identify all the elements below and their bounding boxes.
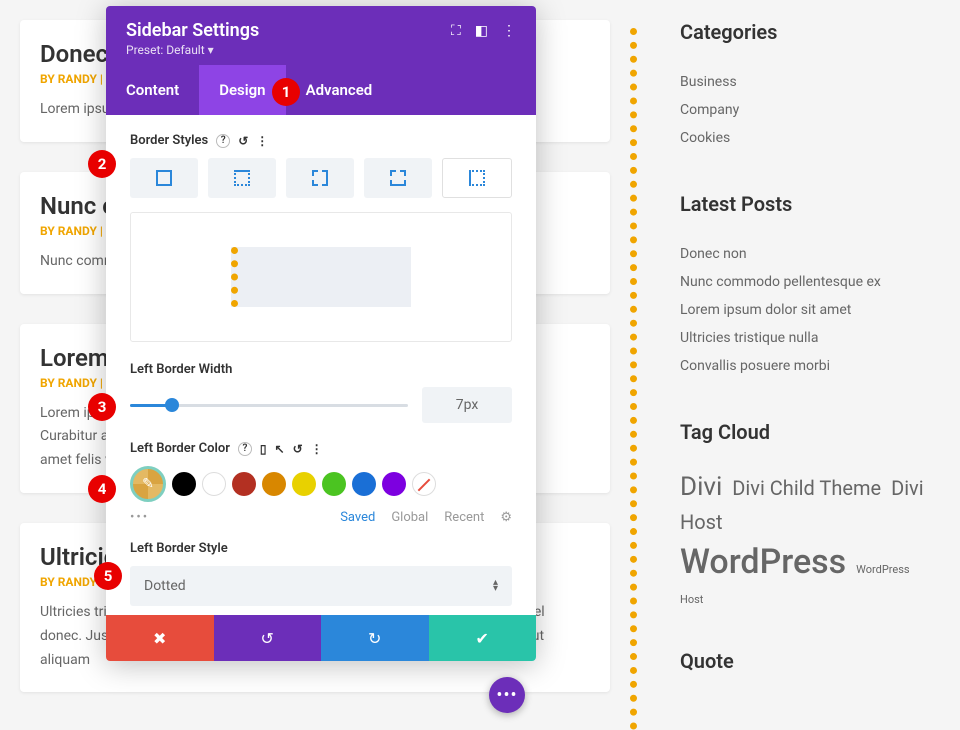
- sidebar-column: Categories Business Company Cookies Late…: [660, 20, 960, 722]
- snap-icon[interactable]: ◧: [475, 23, 488, 39]
- latest-post-link[interactable]: Nunc commodo pellentesque ex: [680, 268, 940, 296]
- reset-icon[interactable]: ↺: [238, 134, 248, 148]
- categories-widget: Categories Business Company Cookies: [680, 20, 940, 152]
- quote-widget: Quote: [680, 649, 940, 673]
- border-top-button[interactable]: [208, 158, 276, 198]
- tag-link[interactable]: Divi: [680, 472, 722, 502]
- left-border-width-input[interactable]: [422, 387, 512, 423]
- undo-button[interactable]: ↺: [214, 615, 322, 661]
- border-preview: [130, 212, 512, 342]
- widget-title: Quote: [680, 649, 940, 673]
- widget-title: Latest Posts: [680, 192, 940, 216]
- preset-dropdown[interactable]: Preset: Default ▾: [126, 43, 516, 57]
- color-swatch-black[interactable]: [172, 472, 196, 496]
- slider-thumb[interactable]: [165, 398, 179, 412]
- reset-icon[interactable]: ↺: [293, 442, 303, 456]
- left-border-color-label: Left Border Color ? ▯ ↖ ↺ ⋮: [130, 441, 512, 456]
- palette-global-tab[interactable]: Global: [391, 510, 428, 525]
- more-icon[interactable]: ⋮: [256, 134, 268, 148]
- color-swatch-green[interactable]: [322, 472, 346, 496]
- border-right-button[interactable]: [286, 158, 354, 198]
- select-arrows-icon: ▴▾: [493, 580, 498, 592]
- annotation-badge-2: 2: [88, 150, 116, 178]
- panel-header[interactable]: Sidebar Settings ⛶ ◧ ⋮ Preset: Default ▾: [106, 6, 536, 65]
- save-button[interactable]: ✔: [429, 615, 537, 661]
- widget-title: Categories: [680, 20, 940, 44]
- fab-more-button[interactable]: •••: [489, 677, 525, 713]
- palette-settings-icon[interactable]: ⚙: [500, 510, 512, 525]
- palette-recent-tab[interactable]: Recent: [444, 510, 484, 525]
- color-swatch-purple[interactable]: [382, 472, 406, 496]
- color-swatch-yellow[interactable]: [292, 472, 316, 496]
- color-swatch-orange[interactable]: [262, 472, 286, 496]
- redo-button[interactable]: ↻: [321, 615, 429, 661]
- annotation-badge-4: 4: [88, 475, 116, 503]
- panel-body: Border Styles ? ↺ ⋮ Left Border Width: [106, 115, 536, 615]
- more-icon[interactable]: ⋮: [502, 23, 516, 39]
- cancel-button[interactable]: ✖: [106, 615, 214, 661]
- help-icon[interactable]: ?: [216, 134, 230, 148]
- tab-content[interactable]: Content: [106, 65, 199, 115]
- color-swatch-blue[interactable]: [352, 472, 376, 496]
- left-border-style-select[interactable]: Dotted ▴▾: [130, 566, 512, 606]
- annotation-badge-5: 5: [94, 562, 122, 590]
- tag-link[interactable]: Divi Child Theme: [732, 476, 881, 500]
- color-palette-tabs: ••• Saved Global Recent ⚙: [130, 510, 512, 525]
- palette-dots-icon[interactable]: •••: [130, 510, 149, 525]
- border-all-button[interactable]: [130, 158, 198, 198]
- annotation-badge-3: 3: [88, 393, 116, 421]
- color-swatch-white[interactable]: [202, 472, 226, 496]
- border-side-picker: [130, 158, 512, 198]
- color-swatches: ✎: [130, 466, 512, 502]
- border-styles-label: Border Styles ? ↺ ⋮: [130, 133, 512, 148]
- responsive-icon[interactable]: ▯: [260, 442, 267, 456]
- sidebar-settings-panel: Sidebar Settings ⛶ ◧ ⋮ Preset: Default ▾…: [106, 6, 536, 661]
- color-swatch-none[interactable]: [412, 472, 436, 496]
- more-icon[interactable]: ⋮: [311, 442, 323, 456]
- panel-tabs: Content Design Advanced: [106, 65, 536, 115]
- expand-icon[interactable]: ⛶: [451, 23, 461, 39]
- widget-title: Tag Cloud: [680, 420, 940, 444]
- latest-posts-widget: Latest Posts Donec non Nunc commodo pell…: [680, 192, 940, 380]
- border-bottom-button[interactable]: [364, 158, 432, 198]
- tag-link[interactable]: WordPress: [680, 542, 846, 582]
- left-border-width-label: Left Border Width: [130, 362, 512, 377]
- tab-advanced[interactable]: Advanced: [286, 65, 393, 115]
- tag-cloud-widget: Tag Cloud Divi Divi Child Theme Divi Hos…: [680, 420, 940, 609]
- palette-saved-tab[interactable]: Saved: [340, 510, 375, 525]
- category-link[interactable]: Business: [680, 68, 940, 96]
- annotation-badge-1: 1: [272, 78, 300, 106]
- latest-post-link[interactable]: Ultricies tristique nulla: [680, 324, 940, 352]
- border-preview-inner: [231, 247, 411, 307]
- left-border-style-label: Left Border Style: [130, 541, 512, 556]
- hover-icon[interactable]: ↖: [275, 442, 285, 456]
- left-border-dotted-preview: [630, 28, 637, 730]
- latest-post-link[interactable]: Donec non: [680, 240, 940, 268]
- eyedropper-swatch[interactable]: ✎: [130, 466, 166, 502]
- latest-post-link[interactable]: Convallis posuere morbi: [680, 352, 940, 380]
- left-border-width-slider[interactable]: [130, 404, 408, 407]
- latest-post-link[interactable]: Lorem ipsum dolor sit amet: [680, 296, 940, 324]
- border-left-button[interactable]: [442, 158, 512, 198]
- category-link[interactable]: Company: [680, 96, 940, 124]
- panel-footer: ✖ ↺ ↻ ✔: [106, 615, 536, 661]
- category-link[interactable]: Cookies: [680, 124, 940, 152]
- panel-title: Sidebar Settings: [126, 20, 259, 41]
- color-swatch-red[interactable]: [232, 472, 256, 496]
- help-icon[interactable]: ?: [238, 442, 252, 456]
